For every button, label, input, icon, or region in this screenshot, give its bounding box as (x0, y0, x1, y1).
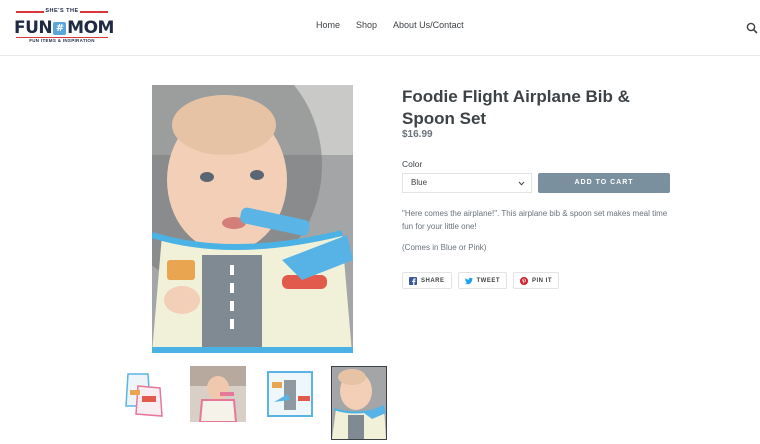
twitter-icon (464, 277, 473, 284)
color-select-value: Blue (411, 178, 428, 187)
add-to-cart-button[interactable]: ADD TO CART (538, 173, 670, 193)
logo-word-fun: FUN (14, 18, 53, 38)
color-select[interactable]: Blue (402, 173, 532, 193)
thumbnail-2[interactable] (190, 366, 246, 422)
thumbnail-baby-blue-image (332, 367, 386, 439)
main-nav: Home Shop About Us/Contact (316, 20, 464, 30)
share-pinterest-button[interactable]: PIN IT (513, 272, 560, 289)
site-logo[interactable]: SHE'S THE FUN # MOM FUN ITEMS & INSPIRATIO… (14, 8, 114, 48)
share-facebook-button[interactable]: SHARE (402, 272, 452, 289)
thumbnail-bib-pink-image (118, 366, 174, 422)
color-label: Color (402, 159, 423, 169)
logo-hash-badge: # (53, 22, 67, 35)
share-twitter-label: TWEET (476, 277, 501, 284)
thumbnail-baby-pink-image (190, 366, 246, 422)
nav-shop[interactable]: Shop (356, 20, 377, 30)
pinterest-icon (520, 276, 529, 285)
nav-home[interactable]: Home (316, 20, 340, 30)
product-main-image[interactable] (152, 85, 353, 353)
logo-rule-right (80, 11, 108, 13)
chevron-down-icon (518, 181, 525, 186)
logo-word-mom: MOM (67, 18, 114, 38)
thumbnail-bib-flat-image (262, 366, 318, 422)
share-facebook-label: SHARE (421, 277, 445, 284)
share-twitter-button[interactable]: TWEET (457, 272, 508, 289)
search-icon[interactable] (746, 22, 758, 34)
thumbnail-gallery (118, 366, 398, 444)
share-pinterest-label: PIN IT (532, 277, 553, 284)
social-share-buttons: SHARE TWEET PIN IT (402, 272, 560, 289)
facebook-icon (409, 276, 417, 285)
nav-about-contact[interactable]: About Us/Contact (393, 20, 464, 30)
logo-tagline-bottom: FUN ITEMS & INSPIRATION (29, 38, 95, 43)
thumbnail-4-selected[interactable] (331, 366, 387, 440)
product-title: Foodie Flight Airplane Bib & Spoon Set (402, 87, 630, 128)
product-color-note: (Comes in Blue or Pink) (402, 243, 487, 252)
product-price: $16.99 (402, 129, 433, 140)
baby-photo-illustration (152, 85, 353, 353)
thumbnail-1[interactable] (118, 366, 174, 422)
thumbnail-3[interactable] (262, 366, 318, 422)
site-header: SHE'S THE FUN # MOM FUN ITEMS & INSPIRATIO… (0, 0, 760, 56)
logo-rule-left (16, 11, 44, 13)
product-description: "Here comes the airplane!". This airplan… (402, 209, 668, 231)
logo-wordmark: FUN # MOM (14, 18, 114, 38)
